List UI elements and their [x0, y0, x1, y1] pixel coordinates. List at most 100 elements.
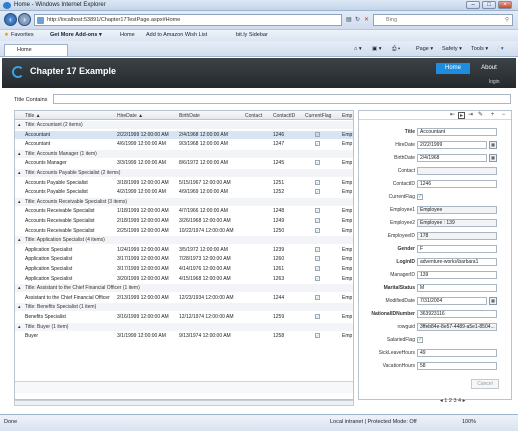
- prev-record-icon[interactable]: ▸: [458, 112, 465, 119]
- delete-record-icon[interactable]: −: [500, 112, 507, 119]
- maritalstatus-field[interactable]: M: [417, 284, 497, 292]
- search-input[interactable]: Bing ⚲: [373, 14, 513, 26]
- employee2-field[interactable]: Employee : 139: [417, 219, 497, 227]
- cell-currentflag[interactable]: ✓: [315, 208, 320, 214]
- back-button[interactable]: ‹: [4, 13, 17, 26]
- col-emp-header[interactable]: Emp: [342, 113, 352, 119]
- cell-currentflag[interactable]: ✓: [315, 131, 320, 137]
- nav-about-button[interactable]: About: [476, 63, 502, 74]
- cell-currentflag[interactable]: ✓: [315, 294, 320, 300]
- col-contactid-header[interactable]: ContactID: [273, 113, 295, 119]
- table-row[interactable]: Assistant to the Chief Financial Officer…: [15, 294, 353, 302]
- table-row[interactable]: Application Specialist 1/24/1999 12:00:00…: [15, 246, 353, 254]
- cell-currentflag[interactable]: ✓: [315, 275, 320, 281]
- cell-currentflag[interactable]: ✓: [315, 256, 320, 262]
- table-row[interactable]: Accounts Payable Specialist 4/2/1999 12:0…: [15, 188, 353, 196]
- add-record-icon[interactable]: +: [489, 112, 496, 119]
- table-row[interactable]: Application Specialist 3/20/1999 12:00:00…: [15, 275, 353, 283]
- first-record-icon[interactable]: ⇤: [449, 112, 456, 119]
- hiredate-field[interactable]: 2/22/1999: [417, 141, 487, 149]
- refresh-icon[interactable]: ↻: [355, 16, 360, 23]
- title-field[interactable]: Accountant: [417, 128, 497, 136]
- birthdate-field[interactable]: 2/4/1968: [417, 154, 487, 162]
- contact-field[interactable]: [417, 167, 497, 175]
- table-row[interactable]: Application Specialist 3/17/1999 12:00:00…: [15, 265, 353, 273]
- modifieddate-field[interactable]: 7/31/2004: [417, 297, 487, 305]
- sickleavehours-field[interactable]: 49: [417, 349, 497, 357]
- rowguid-field[interactable]: 3ffeb84e-8e57-4489-a5e1-8504...: [417, 323, 497, 331]
- collapse-group-icon[interactable]: ▴: [18, 304, 21, 310]
- table-row[interactable]: Accounts Payable Specialist 3/18/1999 12:…: [15, 179, 353, 187]
- fav-item-addons[interactable]: Get More Add-ons ▾: [50, 32, 102, 38]
- collapse-group-icon[interactable]: ▴: [18, 151, 21, 157]
- forward-button[interactable]: ›: [18, 13, 31, 26]
- tools-menu[interactable]: Tools ▾: [471, 46, 488, 52]
- form-pager[interactable]: ◂ 1 2 3 4 ▸: [440, 398, 465, 404]
- col-title-header[interactable]: Title ▲: [25, 113, 41, 119]
- maximize-button[interactable]: □: [482, 1, 496, 9]
- calendar-icon[interactable]: ▦: [489, 141, 497, 149]
- cell-currentflag[interactable]: ✓: [315, 141, 320, 147]
- login-link[interactable]: login: [489, 79, 500, 85]
- employee1-field[interactable]: Employee: [417, 206, 497, 214]
- table-row[interactable]: Application Specialist 3/17/1999 12:00:00…: [15, 255, 353, 263]
- table-row[interactable]: Buyer 3/1/1999 12:00:00 AM 9/13/1974 12:00…: [15, 332, 353, 340]
- favorites-button[interactable]: Favorites: [11, 32, 34, 38]
- close-window-button[interactable]: ×: [498, 1, 512, 9]
- group-header-row[interactable]: ▴ Title: Accounts Manager (1 item): [15, 149, 353, 158]
- group-header-row[interactable]: ▴ Title: Accounts Payable Specialist (2 i…: [15, 169, 353, 177]
- contactid-field[interactable]: 1246: [417, 180, 497, 188]
- tab-home[interactable]: Home: [4, 44, 68, 56]
- cell-currentflag[interactable]: ✓: [315, 227, 320, 233]
- feeds-icon[interactable]: ▣ ▾: [372, 46, 382, 52]
- loginid-field[interactable]: adventure-works\barbara1: [417, 258, 497, 266]
- edit-record-icon[interactable]: ✎: [477, 112, 484, 119]
- managerid-field[interactable]: 139: [417, 271, 497, 279]
- col-birthdate-header[interactable]: BirthDate: [179, 113, 200, 119]
- home-cmd-icon[interactable]: ⌂ ▾: [354, 46, 362, 52]
- safety-menu[interactable]: Safety ▾: [442, 46, 462, 52]
- salariedflag-checkbox[interactable]: ✓: [417, 337, 423, 343]
- cell-currentflag[interactable]: ✓: [315, 266, 320, 271]
- cancel-button[interactable]: Cancel: [471, 379, 499, 389]
- compatibility-icon[interactable]: ▤: [346, 16, 352, 23]
- group-header-row[interactable]: ▴ Title: Application Specialist (4 items): [15, 236, 353, 245]
- currentflag-checkbox[interactable]: ✓: [417, 194, 423, 200]
- minimize-button[interactable]: –: [466, 1, 480, 9]
- grid-horizontal-scrollbar[interactable]: [14, 400, 354, 406]
- table-row[interactable]: Accountant 2/22/1999 12:00:00 AM 2/4/1968 …: [15, 130, 353, 139]
- cell-currentflag[interactable]: ✓: [315, 218, 320, 223]
- zoom-level[interactable]: 100%: [462, 419, 476, 425]
- col-contact-header[interactable]: Contact: [245, 113, 262, 119]
- calendar-icon[interactable]: ▦: [489, 154, 497, 162]
- gender-field[interactable]: F: [417, 245, 497, 253]
- collapse-group-icon[interactable]: ▴: [18, 122, 21, 128]
- nationalidnumber-field[interactable]: 363923116: [417, 310, 497, 318]
- calendar-icon[interactable]: ▦: [489, 297, 497, 305]
- cell-currentflag[interactable]: ✓: [315, 160, 320, 166]
- next-record-icon[interactable]: ⇥: [467, 112, 474, 119]
- table-row[interactable]: Accounts Manager 3/3/1999 12:00:00 AM 8/6/…: [15, 159, 353, 167]
- collapse-group-icon[interactable]: ▴: [18, 285, 21, 291]
- title-filter-input[interactable]: [53, 94, 511, 104]
- search-icon[interactable]: ⚲: [505, 15, 509, 25]
- employeeid-field[interactable]: 178: [417, 232, 497, 240]
- group-header-row[interactable]: ▴ Title: Accountant (2 items): [15, 121, 353, 129]
- group-header-row[interactable]: ▴ Title: Buyer (1 item): [15, 322, 353, 331]
- group-header-row[interactable]: ▴ Title: Accounts Receivable Specialist (…: [15, 197, 353, 206]
- group-header-row[interactable]: ▴ Title: Assistant to the Chief Financial…: [15, 284, 353, 293]
- print-icon[interactable]: ⎙ ▾: [392, 46, 400, 53]
- help-icon[interactable]: ❔▾: [494, 46, 504, 52]
- cell-currentflag[interactable]: ✓: [315, 179, 320, 185]
- fav-item-amazon[interactable]: Add to Amazon Wish List: [146, 32, 207, 38]
- collapse-group-icon[interactable]: ▴: [18, 237, 21, 243]
- nav-home-button[interactable]: Home: [436, 63, 470, 74]
- cell-currentflag[interactable]: ✓: [315, 246, 320, 252]
- stop-icon[interactable]: ✕: [364, 16, 369, 23]
- page-menu[interactable]: Page ▾: [416, 46, 433, 52]
- cell-currentflag[interactable]: ✓: [315, 189, 320, 195]
- fav-item-bitly[interactable]: bit.ly Sidebar: [236, 32, 268, 38]
- collapse-group-icon[interactable]: ▴: [18, 324, 21, 330]
- collapse-group-icon[interactable]: ▴: [18, 170, 21, 176]
- collapse-group-icon[interactable]: ▴: [18, 199, 21, 205]
